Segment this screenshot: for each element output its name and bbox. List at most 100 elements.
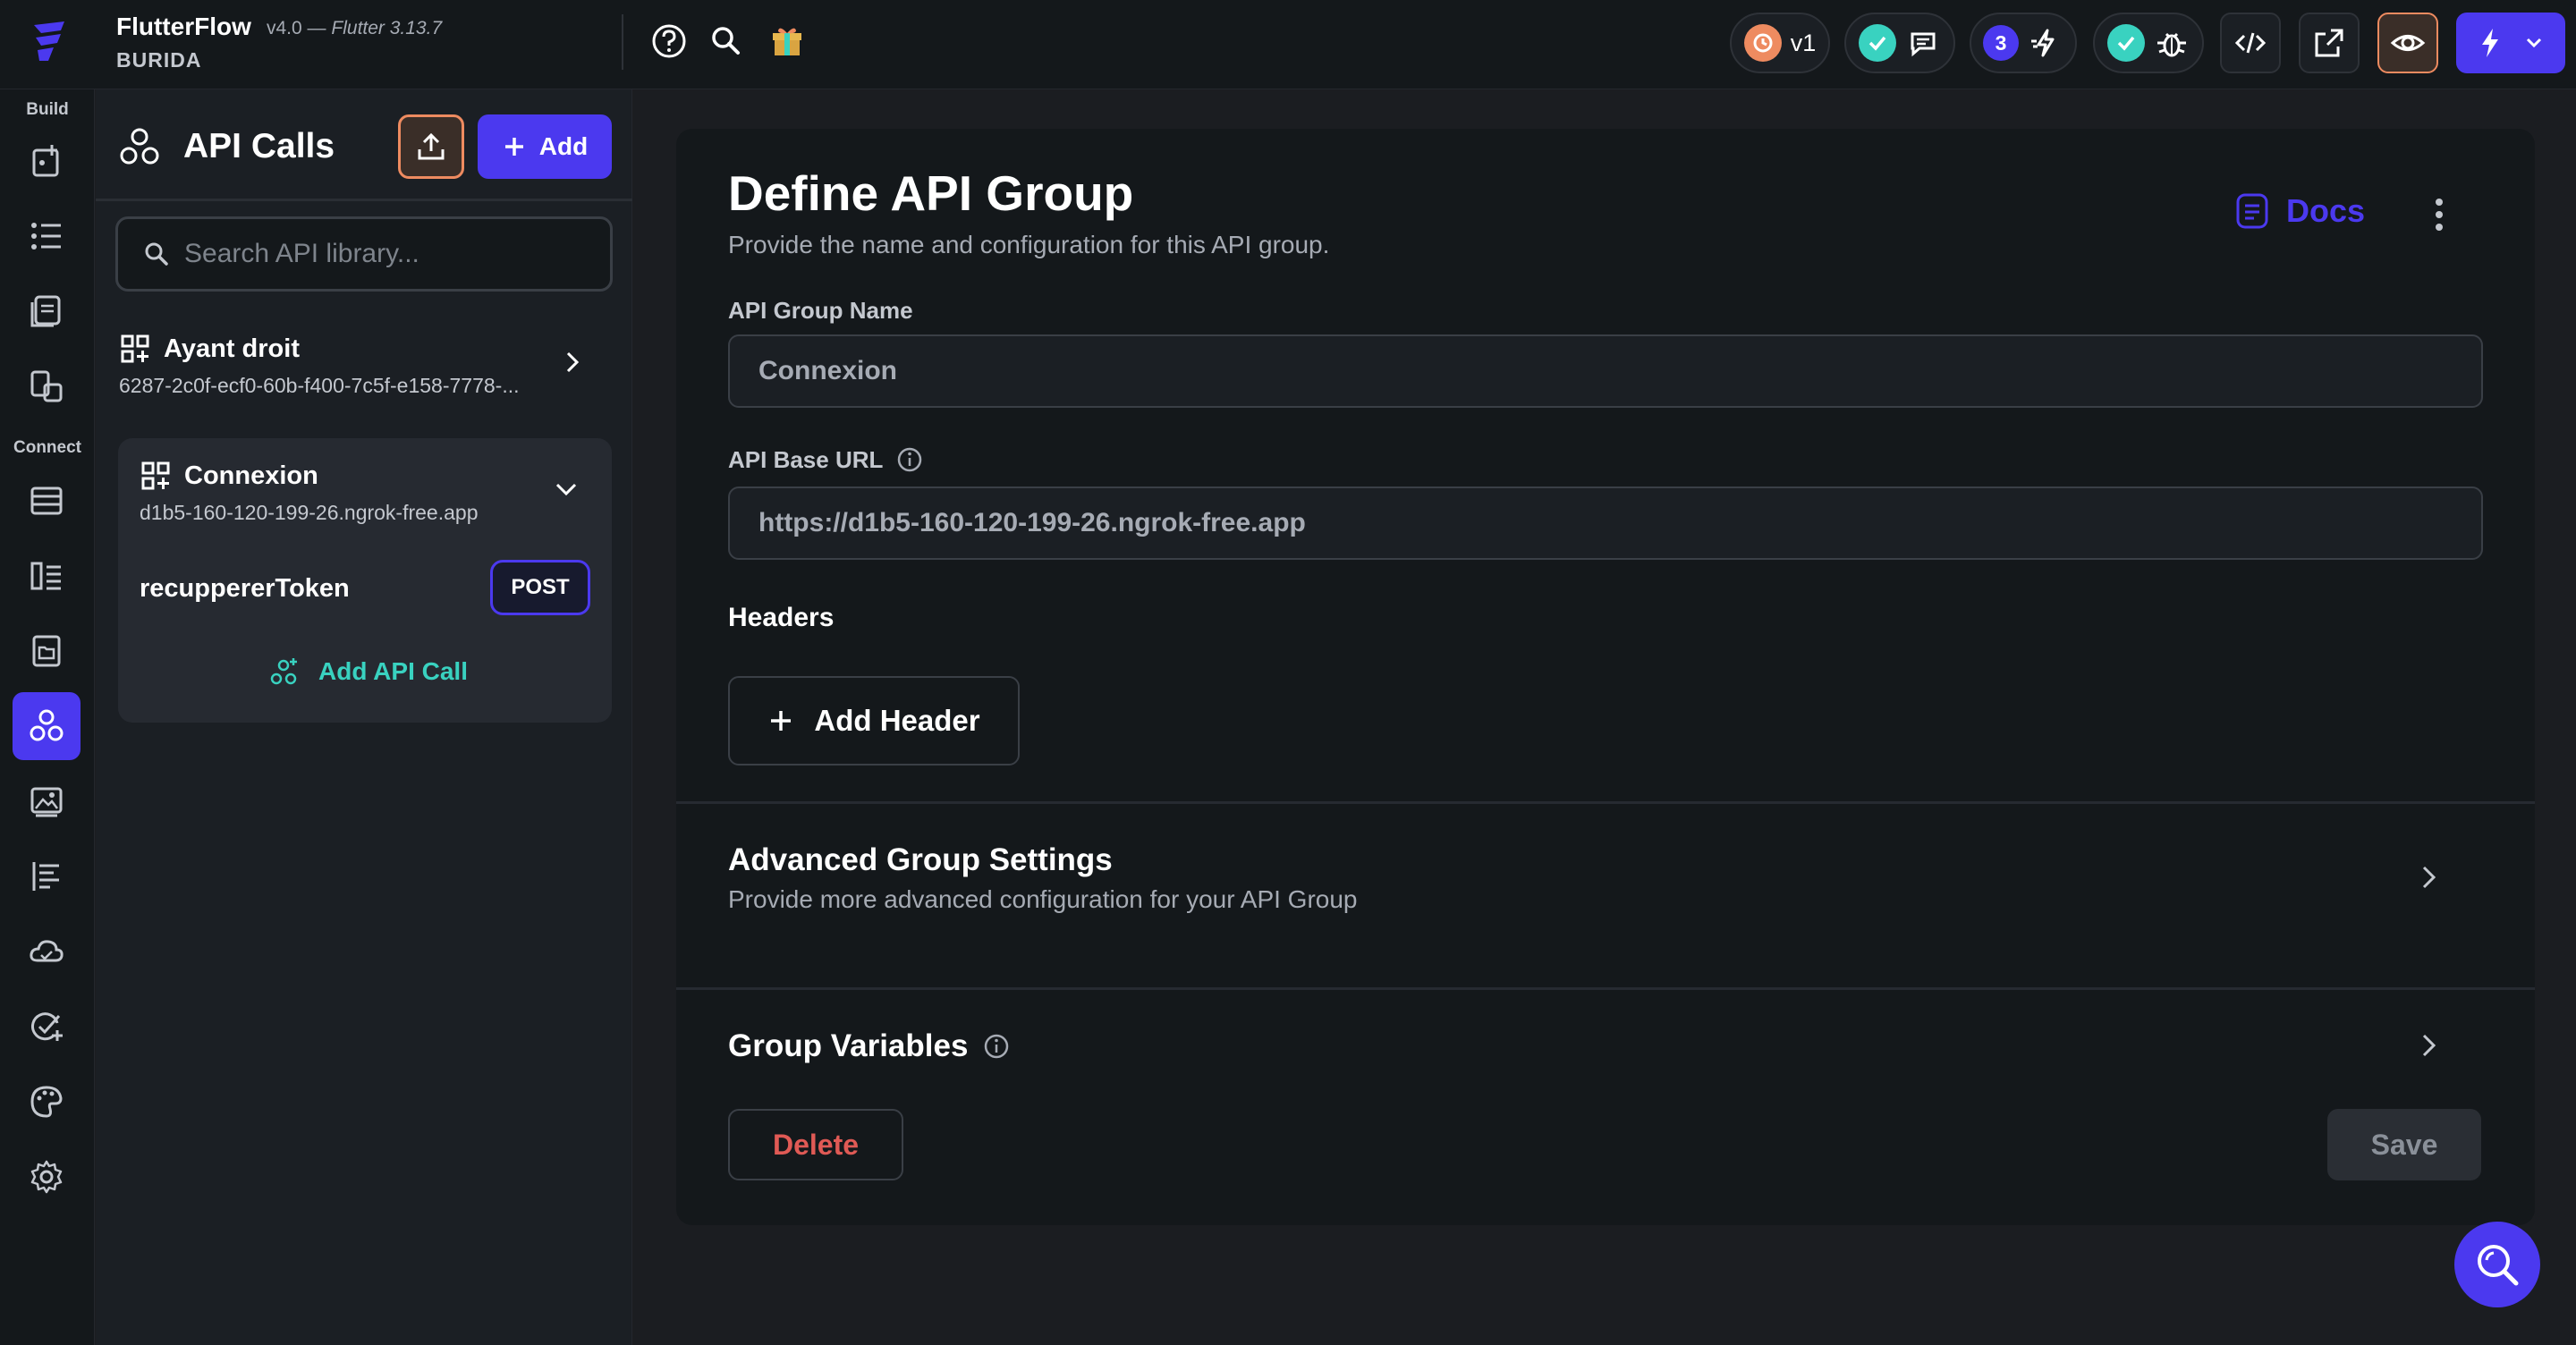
panel-divider <box>96 199 632 201</box>
gift-icon[interactable] <box>767 21 807 61</box>
comment-icon <box>1905 25 1941 61</box>
rail-item-firestore[interactable] <box>13 467 80 535</box>
rail-item-widget-tree[interactable] <box>13 202 80 270</box>
group-name-label: API Group Name <box>728 297 913 325</box>
group-variables-title-text: Group Variables <box>728 1028 969 1063</box>
http-method-badge[interactable]: POST <box>490 560 590 615</box>
chevron-right-icon[interactable] <box>2413 862 2444 892</box>
api-group-icon <box>119 333 151 365</box>
headers-label: Headers <box>728 603 835 632</box>
info-icon[interactable] <box>982 1032 1011 1061</box>
save-button[interactable]: Save <box>2327 1109 2481 1180</box>
api-group-connexion[interactable]: Connexion d1b5-160-120-199-26.ngrok-free… <box>118 438 612 723</box>
rail-item-api-calls[interactable] <box>13 692 80 760</box>
section-divider <box>676 987 2535 990</box>
code-icon <box>2233 25 2268 61</box>
more-vert-icon[interactable] <box>2426 193 2453 238</box>
code-button[interactable] <box>2220 13 2281 73</box>
chevron-right-icon[interactable] <box>559 349 586 376</box>
api-calls-panel: API Calls Add Search API library... Ayan… <box>96 89 632 1345</box>
version-history-button[interactable]: v1 <box>1730 13 1830 73</box>
image-icon <box>27 782 66 821</box>
rail-item-add-page[interactable] <box>13 127 80 195</box>
gear-icon <box>27 1157 66 1197</box>
top-bar: FlutterFlow v4.0 — Flutter 3.13.7 BURIDA… <box>0 0 2576 89</box>
app-version: v4.0 — Flutter 3.13.7 <box>267 18 442 39</box>
base-url-label-text: API Base URL <box>728 445 884 473</box>
rail-item-custom-code[interactable] <box>13 842 80 910</box>
rail-item-storyboard[interactable] <box>13 277 80 345</box>
navigation-rail: Build Connect <box>0 89 95 1345</box>
rail-item-components[interactable] <box>13 352 80 420</box>
branch-label: v1 <box>1790 29 1817 56</box>
list-icon <box>27 216 66 256</box>
search-icon[interactable] <box>707 21 746 61</box>
page-title: Define API Group <box>728 165 1134 221</box>
external-link-icon <box>2311 25 2347 61</box>
project-name: BURIDA <box>116 48 202 72</box>
api-icon <box>117 125 162 170</box>
add-api-call-button[interactable]: Add API Call <box>268 656 468 687</box>
flash-icon <box>2028 25 2063 61</box>
chevron-down-icon[interactable] <box>2523 32 2545 54</box>
add-api-button[interactable]: Add <box>478 114 612 179</box>
cloud-icon <box>27 932 66 971</box>
add-page-icon <box>27 141 66 181</box>
plus-icon <box>502 134 527 159</box>
preview-button[interactable] <box>2377 13 2438 73</box>
rail-item-data-types[interactable] <box>13 542 80 610</box>
app-version-number: v4.0 <box>267 18 302 38</box>
bolt-icon <box>2477 25 2504 61</box>
open-external-button[interactable] <box>2299 13 2360 73</box>
comments-button[interactable] <box>1844 13 1955 73</box>
chevron-down-icon[interactable] <box>553 476 580 503</box>
run-button[interactable] <box>2456 13 2565 73</box>
check-circle-icon <box>27 1007 66 1046</box>
rail-section-build: Build <box>26 100 69 119</box>
api-group-name: Connexion <box>184 461 318 490</box>
page-subtitle: Provide the name and configuration for t… <box>728 231 1330 258</box>
notification-count: 3 <box>1983 25 2019 61</box>
docs-label: Docs <box>2286 192 2366 229</box>
group-name-input[interactable]: Connexion <box>728 334 2483 408</box>
info-icon[interactable] <box>895 445 924 474</box>
debug-button[interactable] <box>2093 13 2204 73</box>
actions-button[interactable]: 3 <box>1970 13 2077 73</box>
group-name-label-text: API Group Name <box>728 297 913 324</box>
flutterflow-logo-icon[interactable] <box>21 14 75 68</box>
plus-icon <box>767 707 794 734</box>
rail-item-theme[interactable] <box>13 1068 80 1136</box>
base-url-input[interactable]: https://d1b5-160-120-199-26.ngrok-free.a… <box>728 486 2483 560</box>
api-group-ayant-droit[interactable]: Ayant droit 6287-2c0f-ecf0-60b-f400-7c5f… <box>119 333 584 398</box>
api-group-header[interactable]: Connexion d1b5-160-120-199-26.ngrok-free… <box>140 460 578 525</box>
flutter-version: Flutter 3.13.7 <box>331 18 443 38</box>
api-call-name[interactable]: recuppererToken <box>140 574 350 604</box>
check-icon <box>2107 24 2145 62</box>
rail-item-cloud-functions[interactable] <box>13 918 80 985</box>
chevron-right-icon[interactable] <box>2413 1030 2444 1061</box>
add-api-call-label: Add API Call <box>318 657 468 685</box>
api-group-name: Ayant droit <box>164 334 300 363</box>
rail-item-settings[interactable] <box>13 1143 80 1211</box>
define-api-group-card: Define API Group Provide the name and co… <box>676 129 2535 1225</box>
advanced-settings-title: Advanced Group Settings <box>728 842 1113 878</box>
panel-title: API Calls <box>183 127 335 165</box>
history-icon <box>1743 24 1782 62</box>
help-search-button[interactable] <box>2454 1222 2540 1307</box>
help-icon[interactable] <box>649 21 689 61</box>
search-placeholder: Search API library... <box>184 239 419 268</box>
api-search-input[interactable]: Search API library... <box>115 216 613 292</box>
base-url-label: API Base URL <box>728 445 924 474</box>
advanced-settings-title-text: Advanced Group Settings <box>728 842 1113 877</box>
delete-button[interactable]: Delete <box>728 1109 903 1180</box>
import-api-button[interactable] <box>398 114 464 179</box>
search-icon <box>143 241 170 267</box>
api-group-url: 6287-2c0f-ecf0-60b-f400-7c5f-e158-7778-.… <box>119 374 520 397</box>
rail-item-tests[interactable] <box>13 993 80 1061</box>
section-divider <box>676 801 2535 804</box>
rail-item-media-assets[interactable] <box>13 767 80 835</box>
docs-button[interactable]: Docs <box>2234 191 2365 231</box>
palette-icon <box>27 1082 66 1121</box>
rail-item-app-state[interactable] <box>13 617 80 685</box>
add-header-button[interactable]: Add Header <box>728 676 1020 766</box>
